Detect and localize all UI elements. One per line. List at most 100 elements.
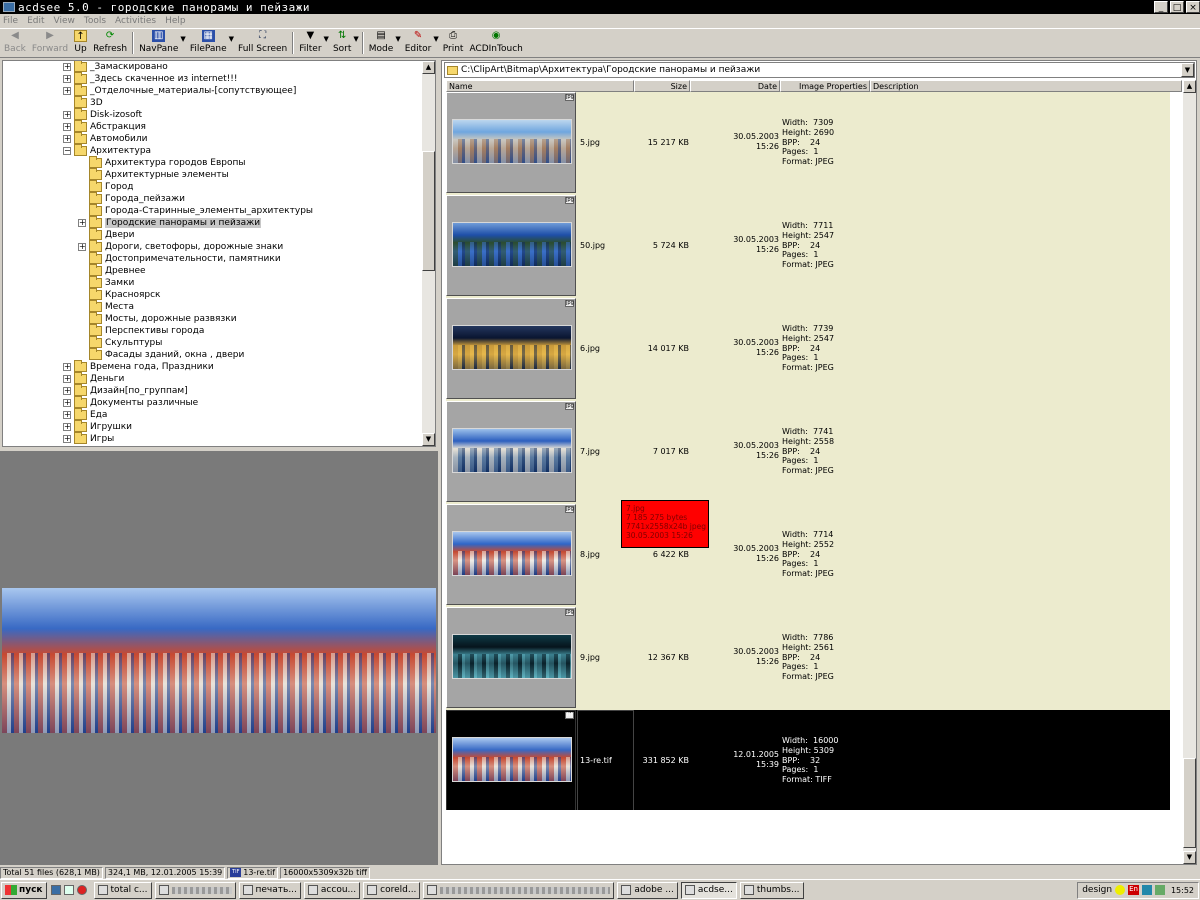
tree-item[interactable]: + Игрушки [3, 420, 423, 433]
tree-item[interactable]: + _Здесь скаченное из internet!!! [3, 72, 423, 85]
thumbnail-cell[interactable]: jpg [446, 298, 576, 399]
tray-plus-icon[interactable] [1115, 885, 1126, 895]
file-row[interactable]: TIF 13-re.tif 331 852 KB 12.01.2005 15:39 Wid… [446, 710, 1170, 810]
thumbnail-cell[interactable]: jpg [446, 401, 576, 502]
scroll-up-icon[interactable]: ▲ [422, 61, 435, 74]
expand-icon[interactable]: + [63, 375, 71, 383]
thumbnail-cell[interactable]: jpg [446, 504, 576, 605]
tree-item[interactable]: + _Замаскировано [3, 61, 423, 73]
back-button[interactable]: ◀ Back [1, 29, 29, 57]
column-image-properties[interactable]: Image Properties [780, 80, 870, 92]
expand-icon[interactable]: + [63, 123, 71, 131]
tray-toolbar-label[interactable]: design [1082, 885, 1112, 895]
tree-item[interactable]: Древнее [3, 264, 423, 277]
filepane-dropdown-icon[interactable]: ▼ [229, 35, 234, 43]
column-description[interactable]: Description [870, 80, 1182, 92]
folder-tree[interactable]: + _Замаскировано + _Здесь скаченное из inte… [3, 61, 423, 446]
tree-item[interactable]: + Дороги, светофоры, дорожные знаки [3, 240, 423, 253]
navpane-button[interactable]: ▥ NavPane [136, 29, 181, 57]
tree-item[interactable]: + Абстракция [3, 120, 423, 133]
column-name[interactable]: Name [446, 80, 634, 92]
file-row[interactable]: jpg 6.jpg 14 017 KB 30.05.2003 15:26 Width: 7… [446, 298, 1170, 401]
column-size[interactable]: Size [634, 80, 690, 92]
tree-item[interactable]: + _Отделочные_материалы-[сопутствующее] [3, 84, 423, 97]
scroll-down-icon[interactable]: ▼ [422, 433, 435, 446]
taskbar-button[interactable]: adobe ... [617, 881, 678, 899]
thumbnail-cell[interactable]: jpg [446, 607, 576, 708]
app-icon[interactable] [3, 2, 15, 12]
scroll-thumb[interactable] [1183, 758, 1196, 848]
tray-lang-icon[interactable]: En [1128, 885, 1139, 895]
thumbnail-cell[interactable]: TIF [446, 710, 576, 810]
email-icon[interactable] [63, 885, 74, 895]
print-button[interactable]: ⎙ Print [440, 29, 467, 57]
taskbar-button[interactable]: coreld... [363, 881, 421, 899]
sort-button[interactable]: ⇅ Sort [330, 29, 354, 57]
file-row[interactable]: jpg 9.jpg 12 367 KB 30.05.2003 15:26 Width: 7… [446, 607, 1170, 710]
tree-item[interactable]: Скульптуры [3, 336, 423, 349]
refresh-button[interactable]: ⟳ Refresh [90, 29, 130, 57]
tree-item[interactable]: + Городские панорамы и пейзажи [3, 216, 423, 229]
menu-view[interactable]: View [54, 16, 75, 26]
tree-item[interactable]: Достопримечательности, памятники [3, 252, 423, 265]
editor-button[interactable]: ✎ Editor [402, 29, 435, 57]
expand-icon[interactable]: + [63, 399, 71, 407]
tray-volume-icon[interactable] [1154, 885, 1165, 895]
minimize-button[interactable]: _ [1154, 1, 1168, 13]
tree-item[interactable]: 3D [3, 96, 423, 109]
tree-item[interactable]: Мосты, дорожные развязки [3, 312, 423, 325]
taskbar-button[interactable] [423, 881, 615, 899]
expand-icon[interactable]: + [63, 75, 71, 83]
scroll-up-icon[interactable]: ▲ [1183, 80, 1196, 93]
tree-item[interactable]: Фасады зданий, окна , двери [3, 348, 423, 361]
tree-item[interactable]: + Дизайн[по_группам] [3, 384, 423, 397]
expand-icon[interactable]: + [63, 423, 71, 431]
menu-tools[interactable]: Tools [84, 16, 106, 26]
filter-dropdown-icon[interactable]: ▼ [324, 35, 329, 43]
fullscreen-button[interactable]: ⛶ Full Screen [235, 29, 290, 57]
taskbar-button[interactable]: total c... [93, 881, 152, 899]
tree-item[interactable]: + Документы различные [3, 396, 423, 409]
opera-icon[interactable] [76, 885, 87, 895]
tree-item[interactable]: + Времена года, Праздники [3, 360, 423, 373]
path-combobox[interactable]: C:\ClipArt\Bitmap\Архитектура\Городские … [444, 62, 1195, 78]
scroll-thumb[interactable] [422, 151, 435, 271]
forward-button[interactable]: ▶ Forward [29, 29, 71, 57]
editor-dropdown-icon[interactable]: ▼ [433, 35, 438, 43]
taskbar-button[interactable]: thumbs... [739, 881, 804, 899]
acdintouch-button[interactable]: ◉ ACDInTouch [466, 29, 525, 57]
taskbar-button[interactable]: accou... [303, 881, 361, 899]
file-row[interactable]: jpg 8.jpg 6 422 KB 30.05.2003 15:26 Width: 77… [446, 504, 1170, 607]
filepane-button[interactable]: ▦ FilePane [187, 29, 230, 57]
up-button[interactable]: ↑ Up [71, 29, 90, 57]
tree-item[interactable]: Города_пейзажи [3, 192, 423, 205]
tree-item[interactable]: Замки [3, 276, 423, 289]
tree-item[interactable]: + Автомобили [3, 132, 423, 145]
desktop-icon[interactable] [50, 885, 61, 895]
tree-item[interactable]: Архитектура городов Европы [3, 156, 423, 169]
taskbar-button[interactable]: печать... [238, 881, 301, 899]
menu-help[interactable]: Help [165, 16, 186, 26]
expand-icon[interactable]: + [63, 435, 71, 443]
expand-icon[interactable]: + [78, 219, 86, 227]
tree-item[interactable]: Перспективы города [3, 324, 423, 337]
tree-item[interactable]: + Еда [3, 408, 423, 421]
tree-item[interactable]: + Игры [3, 432, 423, 445]
thumbnail-cell[interactable]: jpg [446, 92, 576, 193]
tree-item[interactable]: + Disk-izosoft [3, 108, 423, 121]
expand-icon[interactable]: + [63, 63, 71, 71]
column-date[interactable]: Date [690, 80, 780, 92]
menu-file[interactable]: File [3, 16, 18, 26]
close-button[interactable]: × [1186, 1, 1200, 13]
tree-scrollbar[interactable]: ▲ ▼ [422, 61, 435, 446]
tree-item[interactable]: − Архитектура [3, 144, 423, 157]
file-list-scrollbar[interactable]: ▲ ▼ [1183, 80, 1196, 864]
navpane-dropdown-icon[interactable]: ▼ [180, 35, 185, 43]
tray-network-icon[interactable] [1141, 885, 1152, 895]
tree-item[interactable]: Красноярск [3, 288, 423, 301]
file-row[interactable]: jpg 7.jpg 7 017 KB 30.05.2003 15:26 Width: 77… [446, 401, 1170, 504]
expand-icon[interactable]: + [63, 111, 71, 119]
expand-icon[interactable]: + [78, 243, 86, 251]
expand-icon[interactable]: + [63, 411, 71, 419]
expand-icon[interactable]: + [63, 135, 71, 143]
